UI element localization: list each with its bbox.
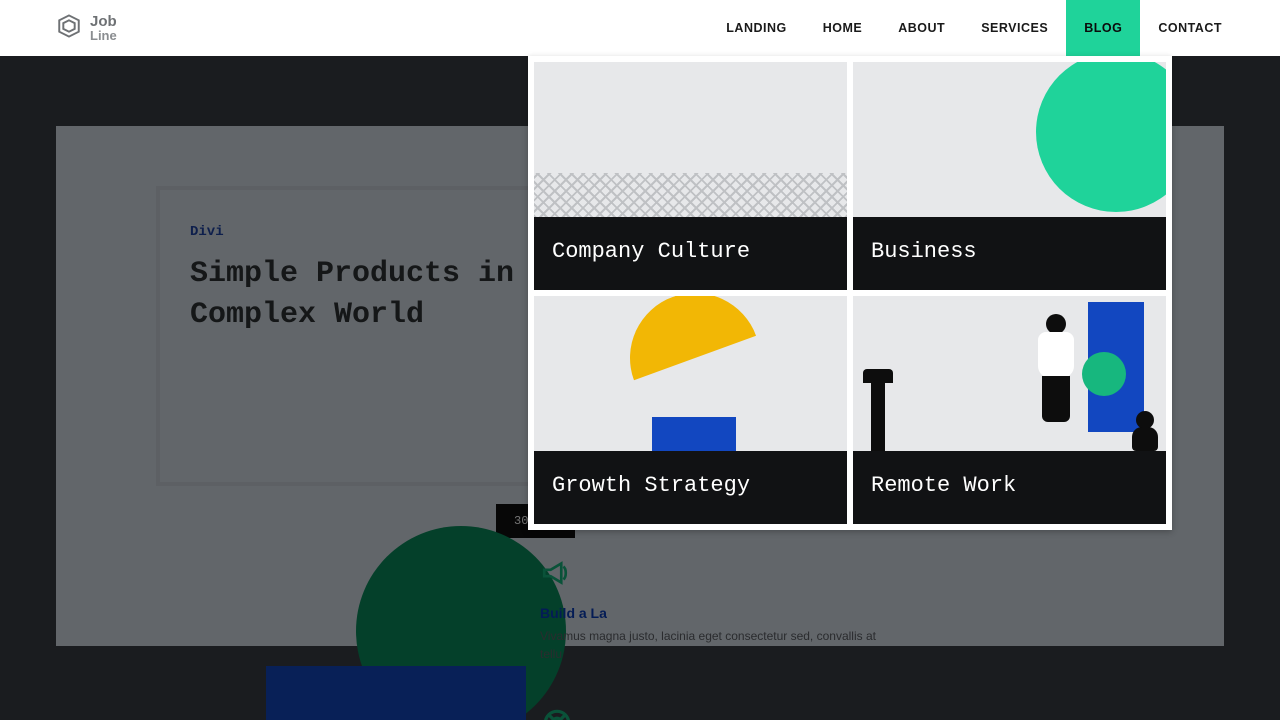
- nav-blog[interactable]: BLOG: [1066, 0, 1140, 56]
- nav-about[interactable]: ABOUT: [880, 0, 963, 56]
- mega-card-growth-strategy[interactable]: Growth Strategy: [534, 296, 847, 524]
- brand-line2: Line: [90, 28, 117, 43]
- topbar: Job Line LANDING HOME ABOUT SERVICES BLO…: [0, 0, 1280, 56]
- primary-nav: LANDING HOME ABOUT SERVICES BLOG CONTACT: [708, 0, 1240, 56]
- nav-services[interactable]: SERVICES: [963, 0, 1066, 56]
- card-label: Company Culture: [534, 217, 847, 290]
- brand-text: Job Line: [90, 13, 117, 43]
- mega-card-business[interactable]: Business: [853, 62, 1166, 290]
- card-art: [853, 296, 1166, 451]
- card-art: [534, 62, 847, 217]
- nav-landing[interactable]: LANDING: [708, 0, 804, 56]
- brand-logo[interactable]: Job Line: [56, 13, 117, 43]
- nav-contact[interactable]: CONTACT: [1140, 0, 1240, 56]
- logo-icon: [56, 13, 82, 43]
- card-label: Growth Strategy: [534, 451, 847, 524]
- card-label: Business: [853, 217, 1166, 290]
- mega-card-company-culture[interactable]: Company Culture: [534, 62, 847, 290]
- nav-home[interactable]: HOME: [805, 0, 881, 56]
- blog-mega-menu: Company Culture Business Growth Strategy…: [528, 56, 1172, 530]
- card-label: Remote Work: [853, 451, 1166, 524]
- card-art: [853, 62, 1166, 217]
- mega-card-remote-work[interactable]: Remote Work: [853, 296, 1166, 524]
- card-art: [534, 296, 847, 451]
